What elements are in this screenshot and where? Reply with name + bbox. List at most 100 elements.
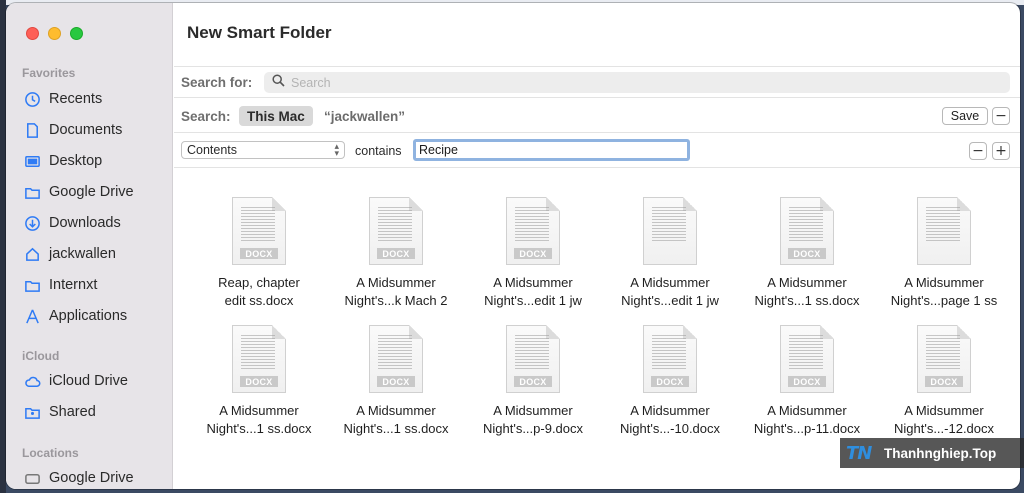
file-name: A Midsummer Night's...edit 1 jw [605,274,735,310]
file-item[interactable]: DOCX A Midsummer Night's...1 ss.docx [194,325,324,438]
criteria-attribute-select[interactable]: Contents ▴ ▾ [181,141,345,159]
scope-this-mac-button[interactable]: This Mac [239,106,313,126]
watermark: TN Thanhnghiep.Top [840,438,1024,468]
file-name: A Midsummer Night's...1 ss.docx [742,274,872,310]
file-item[interactable]: DOCX Reap, chapter edit ss.docx [194,197,324,310]
sidebar-item-label: Recents [49,91,103,107]
docx-file-icon: DOCX [643,325,697,393]
file-name: Reap, chapter edit ss.docx [194,274,324,310]
file-type-badge: DOCX [240,376,278,387]
file-name-line-2: Night's...p-11.docx [753,421,861,436]
sidebar-item-recents[interactable]: Recents [23,87,102,111]
close-button[interactable] [26,27,39,40]
criteria-row: Contents ▴▾ contains − + [174,134,1020,168]
file-type-badge: DOCX [788,376,826,387]
file-name-line-2: edit ss.docx [224,293,294,308]
file-name-line-2: Night's...edit 1 jw [621,293,719,308]
docx-file-icon: DOCX [232,325,286,393]
docx-file-icon: DOCX [369,325,423,393]
scope-user-folder[interactable]: “jackwallen” [324,109,405,124]
sidebar: Favorites Recents Documents Desktop Google … [6,3,173,489]
watermark-logo: TN [846,442,872,464]
file-name-line-1: A Midsummer [767,275,847,290]
docx-file-icon [917,197,971,265]
file-name-line-1: A Midsummer [904,275,984,290]
file-type-badge: DOCX [377,248,415,259]
sidebar-section-favorites: Favorites [22,66,76,80]
docx-file-icon [643,197,697,265]
file-name: A Midsummer Night's...p-11.docx [742,402,872,438]
file-name-line-2: Night's...edit 1 jw [484,293,582,308]
docx-file-icon: DOCX [917,325,971,393]
docx-file-icon: DOCX [506,197,560,265]
sidebar-item-google-drive[interactable]: Google Drive [23,180,134,204]
sidebar-item-label: Google Drive [49,184,134,200]
window-title: New Smart Folder [187,23,332,42]
remove-criteria-button[interactable]: − [969,142,987,160]
sidebar-item-label: Internxt [49,277,98,293]
file-name: A Midsummer Night's...1 ss.docx [194,402,324,438]
file-type-badge: DOCX [377,376,415,387]
file-name: A Midsummer Night's...1 ss.docx [331,402,461,438]
file-type-badge: DOCX [514,248,552,259]
file-name: A Midsummer Night's...page 1 ss [879,274,1009,310]
file-item[interactable]: A Midsummer Night's...edit 1 jw [605,197,735,310]
file-item[interactable]: DOCX A Midsummer Night's...p-9.docx [468,325,598,438]
sidebar-item-downloads[interactable]: Downloads [23,211,121,235]
file-name-line-2: Night's...p-9.docx [482,421,584,436]
search-field[interactable] [264,72,1010,93]
search-input[interactable] [291,75,691,90]
file-name-line-1: A Midsummer [356,275,436,290]
remove-scope-button[interactable]: − [992,107,1010,125]
file-item[interactable]: DOCX A Midsummer Night's...p-11.docx [742,325,872,438]
file-name-line-2: Night's...page 1 ss [890,293,998,308]
clock-icon [23,90,41,108]
sidebar-item-jackwallen[interactable]: jackwallen [23,242,116,266]
docx-file-icon: DOCX [780,197,834,265]
file-name-line-2: Night's...-10.docx [619,421,721,436]
sidebar-item-applications[interactable]: Applications [23,304,127,328]
file-item[interactable]: DOCX A Midsummer Night's...1 ss.docx [742,197,872,310]
main-panel: New Smart Folder Search for: Search: Thi… [174,3,1020,489]
drive-icon [23,469,41,487]
sidebar-item-documents[interactable]: Documents [23,118,122,142]
docx-file-icon: DOCX [232,197,286,265]
sidebar-item-google-drive[interactable]: Google Drive [23,466,134,489]
minimize-button[interactable] [48,27,61,40]
chevron-updown-icon: ▴ ▾ [334,141,339,158]
file-name-line-1: A Midsummer [630,275,710,290]
folder-icon [23,276,41,294]
sidebar-section-locations: Locations [22,446,79,460]
file-item[interactable]: DOCX A Midsummer Night's...edit 1 jw [468,197,598,310]
add-criteria-button[interactable]: + [992,142,1010,160]
file-item[interactable]: A Midsummer Night's...page 1 ss [879,197,1009,310]
save-button[interactable]: Save [942,107,988,125]
file-name-line-2: Night's...k Mach 2 [344,293,448,308]
file-type-badge: DOCX [514,376,552,387]
zoom-button[interactable] [70,27,83,40]
file-item[interactable]: DOCX A Midsummer Night's...k Mach 2 [331,197,461,310]
file-name-line-2: Night's...1 ss.docx [343,421,449,436]
document-icon [23,121,41,139]
criteria-operator: contains [355,144,402,158]
file-item[interactable]: DOCX A Midsummer Night's...1 ss.docx [331,325,461,438]
file-item[interactable]: DOCX A Midsummer Night's...-10.docx [605,325,735,438]
search-icon [272,73,285,92]
finder-window: Favorites Recents Documents Desktop Google … [6,3,1020,489]
file-name-line-2: Night's...1 ss.docx [754,293,860,308]
file-name-line-1: A Midsummer [767,403,847,418]
sidebar-item-shared[interactable]: Shared [23,400,96,424]
sidebar-item-label: Google Drive [49,470,134,486]
sidebar-item-desktop[interactable]: Desktop [23,149,102,173]
sidebar-item-label: Desktop [49,153,103,169]
file-name-line-1: A Midsummer [493,403,573,418]
docx-file-icon: DOCX [369,197,423,265]
file-type-badge: DOCX [240,248,278,259]
file-name-line-1: A Midsummer [630,403,710,418]
sidebar-item-internxt[interactable]: Internxt [23,273,97,297]
criteria-value-input[interactable] [413,139,690,161]
download-icon [23,214,41,232]
file-type-badge: DOCX [651,376,689,387]
sidebar-item-icloud-drive[interactable]: iCloud Drive [23,369,128,393]
file-item[interactable]: DOCX A Midsummer Night's...-12.docx [879,325,1009,438]
